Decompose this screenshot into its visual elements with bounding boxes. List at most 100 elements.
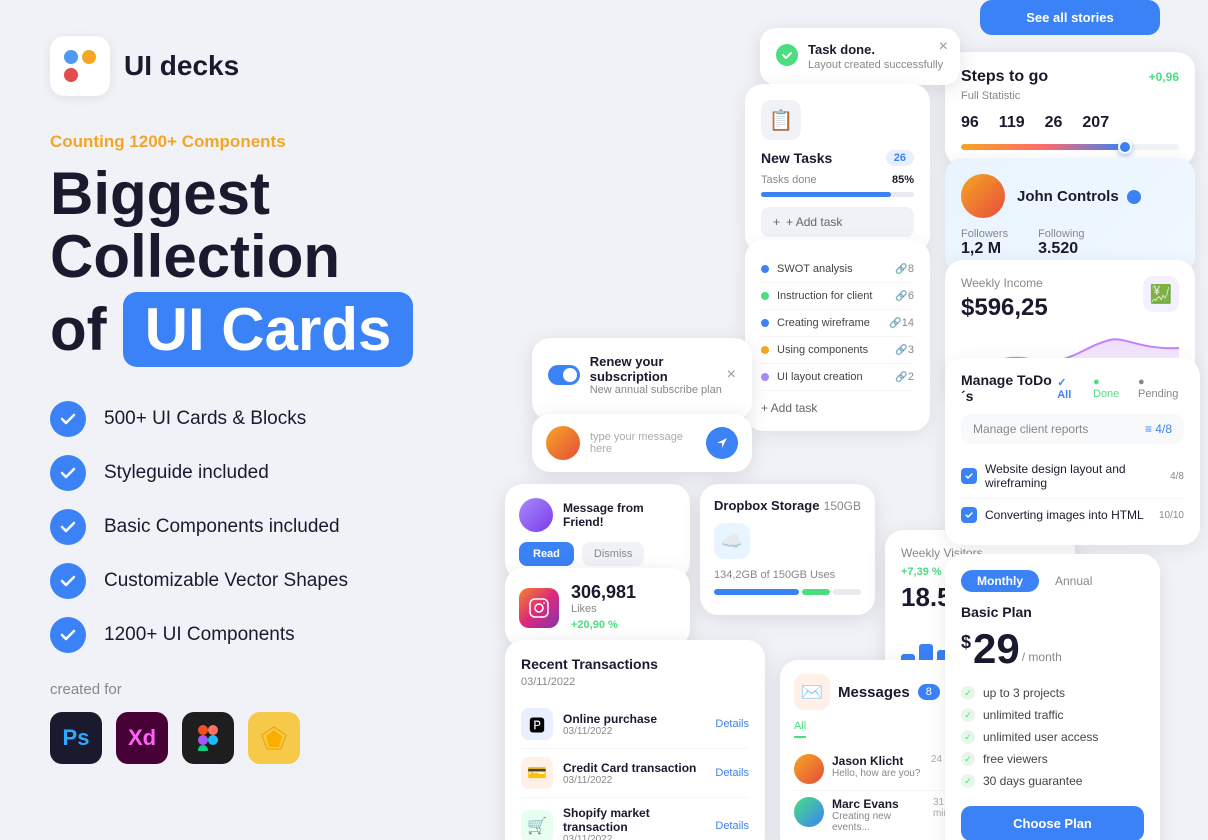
paypal-icon: 🅿 xyxy=(521,708,553,740)
card-todo: Manage ToDo´s ✓ All ● Done ● Pending Man… xyxy=(945,358,1200,545)
john-name: John Controls xyxy=(1017,188,1141,205)
subscribe-close-icon[interactable]: × xyxy=(727,366,736,384)
swot-name-3: Creating wireframe xyxy=(777,317,885,329)
card-instagram: 306,981 Likes +20,90 % xyxy=(505,568,690,647)
todo-check-1[interactable] xyxy=(961,468,977,484)
steps-slider[interactable] xyxy=(961,144,1179,150)
todo-filters: ✓ All ● Done ● Pending xyxy=(1057,376,1184,401)
tx-item-2: 💳 Credit Card transaction 03/11/2022 Det… xyxy=(521,749,749,798)
subscribe-title: Renew your subscription xyxy=(590,354,727,384)
card-dropbox: Dropbox Storage 150GB ☁️ 134,2GB of 150G… xyxy=(700,484,875,615)
john-avatar xyxy=(961,174,1005,218)
feature-item-1: 500+ UI Cards & Blocks xyxy=(50,401,440,437)
chat-avatar xyxy=(546,426,580,460)
card-message: Message from Friend! Read Dismiss xyxy=(505,484,690,580)
chat-input[interactable]: type your message here xyxy=(590,431,696,455)
plan-feature-4: ✓ free viewers xyxy=(961,748,1144,770)
steps-pct: +0,96 xyxy=(1149,70,1179,84)
feature-text-2: Styleguide included xyxy=(104,462,269,484)
message-read-button[interactable]: Read xyxy=(519,542,574,566)
todo-item-text-1: Website design layout and wireframing xyxy=(985,462,1162,490)
swot-item-1: SWOT analysis 🔗 8 xyxy=(761,256,914,283)
check-icon-1 xyxy=(50,401,86,437)
swot-item-3: Creating wireframe 🔗 14 xyxy=(761,310,914,337)
left-section: UI decks Counting 1200+ Components Bigge… xyxy=(0,0,490,840)
plan-per: / month xyxy=(1022,650,1062,670)
john-followers: Followers 1,2 M xyxy=(961,228,1008,258)
swot-count-3: 14 xyxy=(902,317,914,329)
transactions-title: Recent Transactions xyxy=(521,656,749,672)
task-done-close-icon[interactable]: × xyxy=(939,38,948,56)
tasks-icon: 📋 xyxy=(761,100,801,140)
instagram-pct: +20,90 % xyxy=(571,619,618,631)
logo-name: UI decks xyxy=(124,50,239,82)
messages-tab-all[interactable]: All xyxy=(794,720,806,738)
tx-details-2[interactable]: Details xyxy=(715,767,749,779)
plan-check-3: ✓ xyxy=(961,730,975,744)
feature-text-5: 1200+ UI Components xyxy=(104,624,295,646)
feature-item-4: Customizable Vector Shapes xyxy=(50,563,440,599)
marc-name: Marc Evans xyxy=(832,797,925,811)
income-icon: 💹 xyxy=(1143,276,1179,312)
tx-name-3: Shopify market transaction xyxy=(563,806,705,834)
swot-name-1: SWOT analysis xyxy=(777,263,891,275)
logo-icon xyxy=(50,36,110,96)
todo-check-2[interactable] xyxy=(961,507,977,523)
message-dismiss-button[interactable]: Dismiss xyxy=(582,542,645,566)
feature-text-4: Customizable Vector Shapes xyxy=(104,570,348,592)
steps-num-3: 26 xyxy=(1045,114,1063,132)
jason-msg: Hello, how are you? xyxy=(832,768,920,779)
todo-filter-all[interactable]: ✓ All xyxy=(1057,376,1081,401)
todo-filter-pending[interactable]: ● Pending xyxy=(1138,376,1184,401)
plan-title: Basic Plan xyxy=(961,604,1144,620)
tx-name-1: Online purchase xyxy=(563,712,705,726)
check-icon-5 xyxy=(50,617,86,653)
features-list: 500+ UI Cards & Blocks Styleguide includ… xyxy=(50,401,440,653)
plan-features: ✓ up to 3 projects ✓ unlimited traffic ✓… xyxy=(961,682,1144,792)
plan-check-2: ✓ xyxy=(961,708,975,722)
swot-item-5: UI layout creation 🔗 2 xyxy=(761,364,914,391)
tx-details-1[interactable]: Details xyxy=(715,718,749,730)
tx-item-3: 🛒 Shopify market transaction 03/11/2022 … xyxy=(521,798,749,840)
swot-item-4: Using components 🔗 3 xyxy=(761,337,914,364)
xd-icon: Xd xyxy=(116,712,168,764)
dropbox-used: 134,2GB of 150GB Uses xyxy=(714,569,861,581)
instagram-icon xyxy=(519,588,559,628)
feature-item-3: Basic Components included xyxy=(50,509,440,545)
dropbox-total: 150GB xyxy=(824,499,861,513)
plan-tab-annual[interactable]: Annual xyxy=(1039,570,1108,592)
right-section: See all stories Steps to go +0,96 Full S… xyxy=(490,0,1208,840)
todo-filter-done[interactable]: ● Done xyxy=(1093,376,1126,401)
card-new-tasks: 📋 New Tasks 26 Tasks done 85% + + Add ta… xyxy=(745,84,930,253)
swot-count-4: 3 xyxy=(908,344,914,356)
plan-amount: 29 xyxy=(973,628,1020,670)
todo-item-2: Converting images into HTML 10/10 xyxy=(961,499,1184,531)
todo-search: Manage client reports ≡ 4/8 xyxy=(961,414,1184,444)
swot-name-4: Using components xyxy=(777,344,891,356)
photoshop-icon: Ps xyxy=(50,712,102,764)
transactions-date: 03/11/2022 xyxy=(521,676,749,688)
add-task-button[interactable]: + + Add task xyxy=(761,207,914,237)
marc-msg: Creating new events... xyxy=(832,811,925,833)
subscribe-subtitle: New annual subscribe plan xyxy=(590,384,727,396)
headline-line2: of UI Cards xyxy=(50,292,440,367)
choose-plan-button[interactable]: Choose Plan xyxy=(961,806,1144,840)
feature-item-2: Styleguide included xyxy=(50,455,440,491)
chat-send-button[interactable] xyxy=(706,427,738,459)
swot-name-5: UI layout creation xyxy=(777,371,891,383)
see-all-stories-button[interactable]: See all stories xyxy=(980,0,1160,35)
swot-count-5: 2 xyxy=(908,371,914,383)
counting-label: Counting 1200+ Components xyxy=(50,132,440,152)
subscribe-toggle[interactable]: Renew your subscription New annual subsc… xyxy=(548,354,727,396)
plan-price: $ 29 / month xyxy=(961,628,1144,670)
toggle-switch[interactable] xyxy=(548,365,580,385)
message-avatar xyxy=(519,498,553,532)
check-icon-4 xyxy=(50,563,86,599)
swot-add-task[interactable]: + Add task xyxy=(761,401,914,415)
tx-details-3[interactable]: Details xyxy=(715,820,749,832)
steps-title: Steps to go xyxy=(961,68,1048,86)
card-john-controls: John Controls Followers 1,2 M Following … xyxy=(945,158,1195,274)
plan-tab-monthly[interactable]: Monthly xyxy=(961,570,1039,592)
shopify-icon: 🛒 xyxy=(521,810,553,840)
tasks-badge: 26 xyxy=(886,150,914,166)
